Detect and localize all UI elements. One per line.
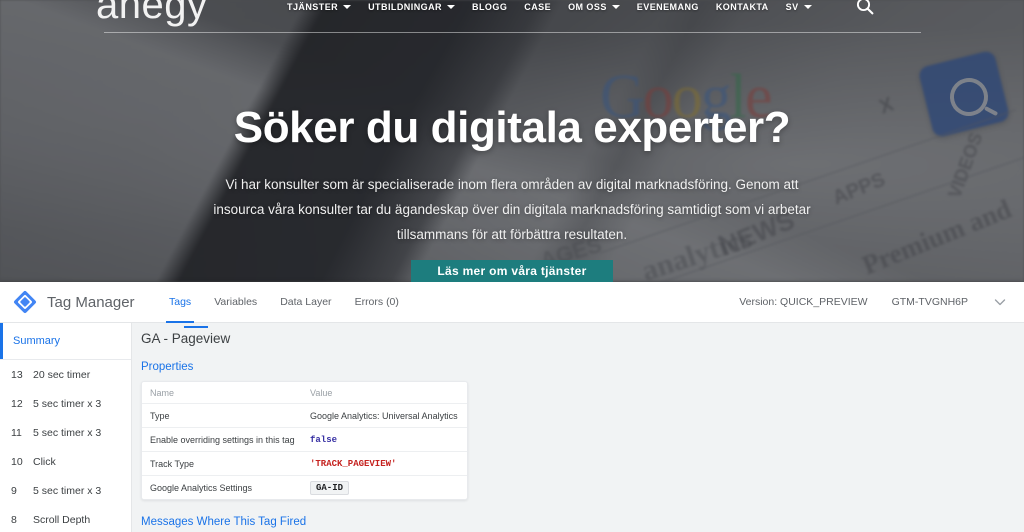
event-number: 8: [11, 513, 17, 526]
nav-label: SV: [785, 2, 799, 12]
tag-manager-diamond-icon: [14, 291, 36, 313]
chevron-down-icon: [611, 5, 620, 9]
event-label: 5 sec timer x 3: [33, 397, 102, 410]
screenshot-root: Google NEWS APPS VIDEOS Premium and anal…: [0, 0, 1024, 532]
hero-cta-button[interactable]: Läs mer om våra tjänster: [411, 260, 613, 282]
sidebar-item-summary[interactable]: Summary: [0, 323, 131, 360]
tag-manager-header-right: Version: QUICK_PREVIEW GTM-TVGNH6P: [739, 294, 1008, 310]
list-item[interactable]: 13 20 sec timer: [0, 360, 131, 389]
nav-item-blogg[interactable]: BLOGG: [472, 2, 507, 12]
property-value: false: [310, 434, 338, 445]
tab-variables[interactable]: Variables: [214, 282, 257, 322]
property-name: Track Type: [150, 458, 195, 469]
tag-manager-tabs: Tags Variables Data Layer Errors (0): [165, 282, 399, 323]
chevron-down-icon: [447, 5, 456, 9]
website-top-navigation: anegy TJÄNSTER UTBILDNINGAR BLOGG CASE O…: [0, 0, 1024, 34]
list-item[interactable]: 8 Scroll Depth: [0, 505, 131, 532]
property-name: Enable overriding settings in this tag: [150, 434, 295, 445]
property-value: Google Analytics: Universal Analytics: [310, 410, 458, 421]
tag-manager-body: Summary 13 20 sec timer 12 5 sec timer x…: [0, 323, 1024, 532]
version-label: Version: QUICK_PREVIEW: [739, 296, 868, 308]
nav-item-tjanster[interactable]: TJÄNSTER: [287, 2, 352, 12]
event-number: 9: [11, 484, 17, 497]
tag-manager-title: Tag Manager: [47, 293, 135, 311]
property-name: Type: [150, 410, 170, 421]
table-header-row: Name Value: [142, 382, 467, 404]
nav-item-om-oss[interactable]: OM OSS: [568, 2, 620, 12]
page-title: GA - Pageview: [141, 326, 231, 346]
chevron-down-icon[interactable]: [992, 294, 1008, 310]
nav-label: CASE: [524, 2, 552, 12]
tag-manager-preview-pane: Tag Manager Tags Variables Data Layer Er…: [0, 282, 1024, 532]
event-label: Scroll Depth: [33, 513, 91, 526]
nav-divider: [104, 32, 921, 33]
nav-menu: TJÄNSTER UTBILDNINGAR BLOGG CASE OM OSS: [287, 0, 812, 15]
table-row: Google Analytics Settings GA-ID: [142, 476, 467, 499]
nav-item-utbildningar[interactable]: UTBILDNINGAR: [368, 2, 456, 12]
nav-label: UTBILDNINGAR: [368, 2, 443, 12]
properties-heading: Properties: [141, 361, 194, 373]
chevron-down-icon: [803, 5, 812, 9]
tab-indicator: [184, 326, 208, 328]
nav-item-kontakta[interactable]: KONTAKTA: [716, 2, 769, 12]
nav-label: KONTAKTA: [715, 2, 769, 12]
property-value: GA-ID: [310, 480, 350, 495]
nav-label: EVENEMANG: [636, 2, 699, 12]
property-value: 'TRACK_PAGEVIEW': [310, 458, 397, 469]
nav-item-evenemang[interactable]: EVENEMANG: [637, 2, 699, 12]
messages-heading: Messages Where This Tag Fired: [141, 516, 307, 528]
column-header-name: Name: [150, 387, 175, 398]
event-number: 13: [11, 368, 23, 381]
list-item[interactable]: 11 5 sec timer x 3: [0, 418, 131, 447]
tab-data-layer[interactable]: Data Layer: [280, 282, 331, 322]
tag-manager-header: Tag Manager Tags Variables Data Layer Er…: [0, 282, 1024, 323]
property-name: Google Analytics Settings: [150, 482, 253, 493]
event-label: 5 sec timer x 3: [33, 484, 102, 497]
list-item[interactable]: 10 Click: [0, 447, 131, 476]
column-header-value: Value: [310, 387, 333, 398]
table-row: Track Type 'TRACK_PAGEVIEW': [142, 452, 467, 476]
table-row: Type Google Analytics: Universal Analyti…: [142, 404, 467, 428]
event-number: 11: [11, 426, 22, 439]
hero-content: Söker du digitala experter? Vi har konsu…: [0, 0, 1024, 248]
website-hero-section: Google NEWS APPS VIDEOS Premium and anal…: [0, 0, 1024, 282]
properties-table: Name Value Type Google Analytics: Univer…: [141, 381, 468, 500]
event-label: Click: [33, 455, 56, 468]
nav-label: TJÄNSTER: [287, 2, 339, 12]
event-number: 12: [11, 397, 23, 410]
site-logo[interactable]: anegy: [96, 0, 207, 28]
chevron-down-icon: [343, 5, 352, 9]
tag-manager-brand: Tag Manager: [12, 289, 152, 315]
event-number: 10: [11, 455, 23, 468]
nav-item-case[interactable]: CASE: [524, 2, 551, 12]
list-item[interactable]: 9 5 sec timer x 3: [0, 476, 131, 505]
nav-item-language-sv[interactable]: SV: [786, 2, 812, 12]
tab-errors[interactable]: Errors (0): [355, 282, 399, 322]
sidebar-item-label: Summary: [13, 335, 61, 347]
tag-title-text: GA - Pageview: [141, 331, 231, 346]
event-label: 5 sec timer x 3: [33, 426, 102, 439]
nav-label: BLOGG: [472, 2, 508, 12]
tab-tags[interactable]: Tags: [165, 282, 195, 323]
event-label: 20 sec timer: [33, 368, 91, 381]
hero-subtitle: Vi har konsulter som är specialiserade i…: [213, 177, 811, 242]
tag-detail-panel: GA - Pageview Properties Name Value Type…: [132, 323, 1024, 532]
container-id-label: GTM-TVGNH6P: [891, 296, 968, 308]
search-icon[interactable]: [855, 0, 875, 16]
table-row: Enable overriding settings in this tag f…: [142, 428, 467, 452]
nav-label: OM OSS: [568, 2, 607, 12]
list-item[interactable]: 12 5 sec timer x 3: [0, 389, 131, 418]
event-sidebar: Summary 13 20 sec timer 12 5 sec timer x…: [0, 323, 132, 532]
